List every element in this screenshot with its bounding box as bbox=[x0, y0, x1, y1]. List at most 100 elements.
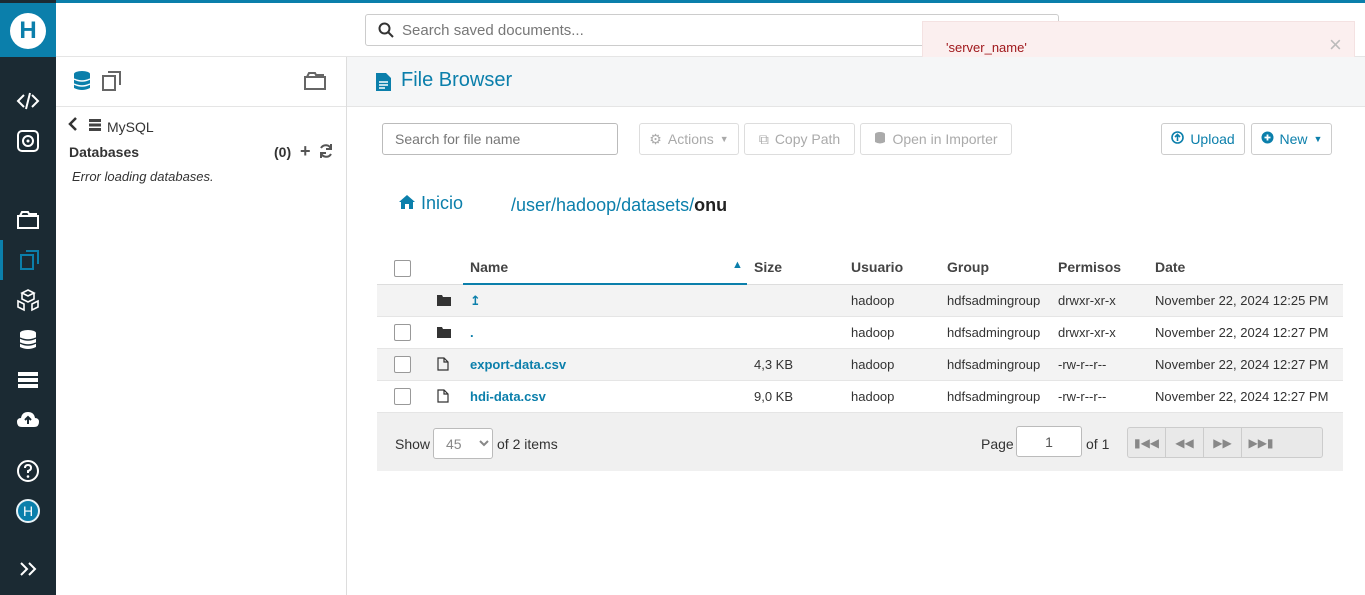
user-menu[interactable]: H bbox=[0, 491, 56, 531]
copy-path-label: Copy Path bbox=[774, 131, 841, 147]
new-label: New bbox=[1279, 131, 1308, 147]
file-icon bbox=[437, 357, 451, 371]
sort-ascending-icon[interactable]: ▲ bbox=[732, 259, 743, 271]
path-segment-user[interactable]: /user bbox=[511, 195, 551, 215]
file-size: 4,3 KB bbox=[754, 357, 794, 372]
add-icon[interactable]: + bbox=[300, 141, 311, 162]
file-browser-main: File Browser ⚙ Actions ▼ ⧉ Copy Path Ope… bbox=[347, 57, 1365, 595]
plus-circle-icon bbox=[1261, 131, 1274, 147]
refresh-icon[interactable] bbox=[318, 143, 334, 159]
hue-logo: H bbox=[10, 13, 46, 49]
column-user[interactable]: Usuario bbox=[851, 259, 903, 275]
file-name[interactable]: hdi-data.csv bbox=[470, 389, 546, 404]
table-row[interactable]: export-data.csv 4,3 KB hadoop hdfsadming… bbox=[377, 349, 1343, 381]
logo-box[interactable]: H bbox=[0, 3, 56, 57]
close-icon[interactable]: × bbox=[1329, 34, 1342, 56]
column-permissions[interactable]: Permisos bbox=[1058, 259, 1121, 275]
assist-breadcrumb[interactable]: MySQL bbox=[68, 117, 154, 136]
open-in-importer-label: Open in Importer bbox=[892, 131, 998, 147]
row-checkbox[interactable] bbox=[394, 356, 411, 373]
page-number-input[interactable] bbox=[1016, 426, 1082, 457]
path-breadcrumb: /user/hadoop/datasets/onu bbox=[511, 195, 727, 216]
select-all-checkbox[interactable] bbox=[394, 260, 411, 277]
folder-icon bbox=[437, 325, 451, 339]
title-bar: File Browser bbox=[347, 57, 1365, 107]
assist-panel: MySQL Databases (0) + Error loading data… bbox=[56, 57, 347, 595]
folder-icon bbox=[437, 293, 451, 307]
home-breadcrumb[interactable]: Inicio bbox=[399, 193, 463, 214]
help-icon[interactable] bbox=[0, 451, 56, 491]
first-page-icon[interactable]: ▮◀◀ bbox=[1128, 428, 1166, 457]
pagination-bar: Show 45 of 2 items Page of 1 ▮◀◀ ◀◀ ▶▶ ▶… bbox=[377, 413, 1343, 471]
assist-crumb-label: MySQL bbox=[107, 118, 154, 135]
last-page-icon[interactable]: ▶▶▮ bbox=[1242, 428, 1280, 457]
page-size-select[interactable]: 45 bbox=[433, 428, 493, 459]
column-date[interactable]: Date bbox=[1155, 259, 1185, 275]
table-header: Name ▲ Size Usuario Group Permisos Date bbox=[377, 247, 1343, 285]
row-checkbox[interactable] bbox=[394, 388, 411, 405]
caret-down-icon: ▼ bbox=[1313, 134, 1323, 144]
open-in-importer-button[interactable]: Open in Importer bbox=[860, 123, 1012, 155]
row-checkbox[interactable] bbox=[394, 324, 411, 341]
file-user: hadoop bbox=[851, 357, 895, 372]
path-segment-current: onu bbox=[694, 195, 728, 215]
documents-icon[interactable] bbox=[0, 200, 56, 240]
upload-button[interactable]: Upload bbox=[1161, 123, 1245, 155]
file-name[interactable]: . bbox=[470, 325, 474, 340]
file-browser-icon[interactable] bbox=[0, 240, 56, 280]
databases-error: Error loading databases. bbox=[72, 169, 214, 184]
table-row[interactable]: hdi-data.csv 9,0 KB hadoop hdfsadmingrou… bbox=[377, 381, 1343, 413]
file-name[interactable]: ↥ bbox=[470, 293, 481, 309]
copy-path-button[interactable]: ⧉ Copy Path bbox=[744, 123, 855, 155]
copy-icon: ⧉ bbox=[758, 130, 769, 147]
path-segment-hadoop[interactable]: /hadoop bbox=[551, 195, 616, 215]
global-search-input[interactable] bbox=[402, 21, 1002, 39]
editor-icon[interactable] bbox=[0, 81, 56, 121]
file-permissions: drwxr-xr-x bbox=[1058, 293, 1116, 308]
avatar: H bbox=[16, 499, 40, 523]
databases-heading: Databases bbox=[69, 144, 140, 160]
files-icon[interactable] bbox=[100, 69, 124, 93]
actions-label: Actions bbox=[667, 131, 714, 147]
file-user: hadoop bbox=[851, 293, 895, 308]
file-group: hdfsadmingroup bbox=[947, 357, 1041, 372]
file-date: November 22, 2024 12:25 PM bbox=[1155, 293, 1329, 308]
path-segment-datasets[interactable]: /datasets bbox=[616, 195, 689, 215]
file-user: hadoop bbox=[851, 389, 895, 404]
column-name[interactable]: Name bbox=[470, 259, 508, 275]
show-label: Show bbox=[395, 436, 431, 452]
expand-icon[interactable] bbox=[0, 549, 56, 589]
column-group[interactable]: Group bbox=[947, 259, 989, 275]
scheduler-icon[interactable] bbox=[0, 121, 56, 161]
home-label: Inicio bbox=[421, 193, 464, 213]
new-button[interactable]: New ▼ bbox=[1251, 123, 1332, 155]
documents-folder-icon[interactable] bbox=[303, 69, 327, 93]
file-name[interactable]: export-data.csv bbox=[470, 357, 566, 372]
search-icon bbox=[378, 22, 394, 38]
file-name-search-input[interactable] bbox=[382, 123, 618, 155]
caret-down-icon: ▼ bbox=[719, 134, 729, 144]
sql-database-icon[interactable] bbox=[70, 69, 94, 93]
upload-arrow-icon bbox=[1171, 131, 1185, 147]
database-icon[interactable] bbox=[0, 320, 56, 360]
file-icon bbox=[375, 72, 392, 92]
column-size[interactable]: Size bbox=[754, 259, 782, 275]
importer-icon[interactable] bbox=[0, 400, 56, 440]
chevron-left-icon[interactable] bbox=[68, 117, 78, 136]
previous-page-icon[interactable]: ◀◀ bbox=[1166, 428, 1204, 457]
table-row[interactable]: ↥ hadoop hdfsadmingroup drwxr-xr-x Novem… bbox=[377, 285, 1343, 317]
file-icon bbox=[437, 389, 451, 403]
file-permissions: -rw-r--r-- bbox=[1058, 357, 1107, 372]
jobs-icon[interactable] bbox=[0, 360, 56, 400]
file-permissions: drwxr-xr-x bbox=[1058, 325, 1116, 340]
file-group: hdfsadmingroup bbox=[947, 325, 1041, 340]
file-size: 9,0 KB bbox=[754, 389, 794, 404]
table-row[interactable]: . hadoop hdfsadmingroup drwxr-xr-x Novem… bbox=[377, 317, 1343, 349]
next-page-icon[interactable]: ▶▶ bbox=[1204, 428, 1242, 457]
file-group: hdfsadmingroup bbox=[947, 293, 1041, 308]
home-icon bbox=[399, 193, 415, 214]
table-browser-icon[interactable] bbox=[0, 280, 56, 320]
actions-button[interactable]: ⚙ Actions ▼ bbox=[639, 123, 739, 155]
pagination-buttons: ▮◀◀ ◀◀ ▶▶ ▶▶▮ bbox=[1127, 427, 1323, 458]
items-count: of 2 items bbox=[497, 436, 558, 452]
